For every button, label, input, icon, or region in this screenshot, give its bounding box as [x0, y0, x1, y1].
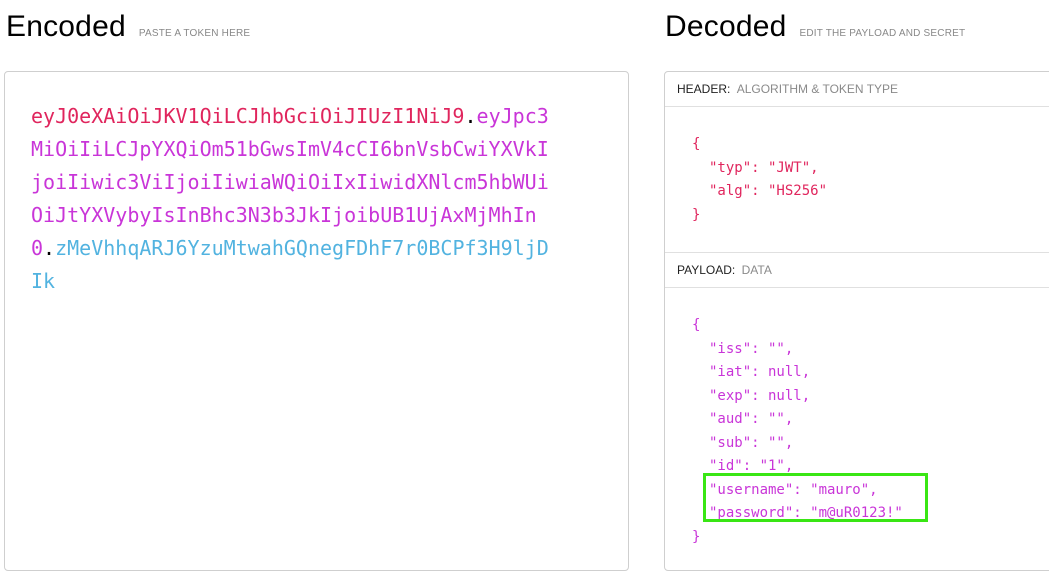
header-section-heading: HEADER: ALGORITHM & TOKEN TYPE: [665, 72, 1049, 107]
token-signature-part: zMeVhhqARJ6YzuMtwahGQnegFDhF7r0BCPf3H9lj…: [31, 236, 549, 293]
encoded-heading: Encoded PASTE A TOKEN HERE: [6, 10, 250, 44]
decoded-title: Decoded: [665, 10, 787, 43]
decoded-heading: Decoded EDIT THE PAYLOAD AND SECRET: [665, 10, 965, 44]
payload-section-heading: PAYLOAD: DATA: [665, 252, 1049, 288]
json-line: "aud": "",: [709, 411, 794, 427]
json-line: "alg": "HS256": [709, 183, 828, 199]
token-header-part: eyJ0eXAiOiJKV1QiLCJhbGciOiJIUzI1NiJ9: [31, 104, 465, 128]
header-label: HEADER:: [677, 82, 731, 96]
decoded-subtitle: EDIT THE PAYLOAD AND SECRET: [799, 28, 966, 39]
json-line: {: [692, 317, 701, 333]
json-line: "iss": "",: [709, 340, 794, 357]
payload-label: PAYLOAD:: [677, 263, 736, 277]
payload-sublabel: DATA: [741, 263, 772, 277]
encoded-token[interactable]: eyJ0eXAiOiJKV1QiLCJhbGciOiJIUzI1NiJ9.eyJ…: [31, 100, 551, 298]
json-line: {: [692, 136, 701, 152]
json-line: }: [692, 206, 701, 223]
json-line: "iat": null,: [709, 364, 811, 380]
token-dot: .: [43, 236, 56, 260]
json-line: "typ": "JWT",: [709, 159, 819, 176]
json-line: "exp": null,: [709, 387, 811, 404]
credentials-highlight-box: [703, 473, 928, 522]
json-line: "sub": "",: [709, 434, 794, 451]
encoded-title: Encoded: [6, 10, 126, 43]
header-json-editor[interactable]: { "typ": "JWT", "alg": "HS256" }: [692, 133, 827, 227]
json-line: }: [692, 528, 701, 545]
encoded-subtitle: PASTE A TOKEN HERE: [138, 28, 251, 39]
header-sublabel: ALGORITHM & TOKEN TYPE: [736, 82, 899, 96]
token-dot: .: [464, 104, 477, 128]
